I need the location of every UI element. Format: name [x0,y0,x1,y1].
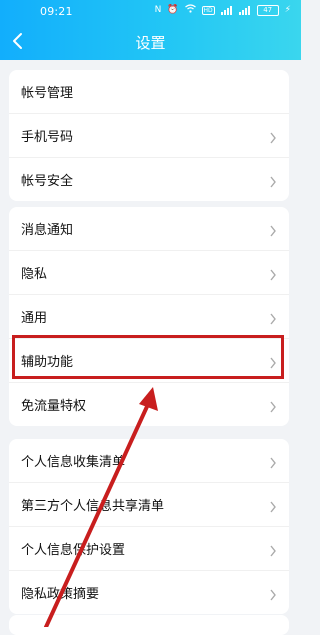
settings-item-third-party-sharing[interactable]: 第三方个人信息共享清单 [9,483,289,527]
settings-item-account-security[interactable]: 帐号安全 [9,158,289,201]
battery-icon: 47 [256,4,279,16]
nfc-icon: N [154,5,162,15]
chevron-right-icon [269,542,277,557]
signal-icon [220,5,233,15]
page-title: 设置 [135,34,166,52]
settings-item-label: 隐私政策摘要 [21,587,100,602]
status-bar: 09:21 N ⏰ HD 47 ⚡ [0,0,301,22]
chevron-right-icon [269,454,277,469]
settings-group-general: 消息通知 隐私 通用 辅助功能 免流量特权 [9,207,289,426]
chevron-right-icon [269,173,277,188]
settings-item-label: 通用 [21,311,48,326]
chevron-right-icon [269,586,277,601]
settings-item-label: 帐号管理 [21,86,74,101]
settings-group-peek [9,615,289,635]
chevron-right-icon [269,310,277,325]
wifi-icon [184,4,196,16]
chevron-right-icon [269,398,277,413]
settings-item-privacy-summary[interactable]: 隐私政策摘要 [9,571,289,614]
nav-bar: 设置 [0,26,301,60]
signal-icon [238,5,251,15]
settings-item-label: 帐号安全 [21,174,74,189]
settings-item-info-protection[interactable]: 个人信息保护设置 [9,527,289,571]
settings-item-label: 第三方个人信息共享清单 [21,499,165,514]
chevron-right-icon [269,498,277,513]
settings-item-privacy[interactable]: 隐私 [9,251,289,295]
chevron-right-icon [269,222,277,237]
settings-item-label: 消息通知 [21,223,74,238]
highlight-box [12,335,284,379]
settings-group-personal-info: 个人信息收集清单 第三方个人信息共享清单 个人信息保护设置 隐私政策摘要 [9,439,289,614]
battery-level: 47 [263,5,273,14]
settings-item-info-collection-list[interactable]: 个人信息收集清单 [9,439,289,483]
status-icons: N ⏰ HD 47 ⚡ [155,4,291,16]
chevron-right-icon [269,129,277,144]
settings-group-account: 帐号管理 手机号码 帐号安全 [9,70,289,201]
settings-item-data-free[interactable]: 免流量特权 [9,383,289,426]
app-header: 09:21 N ⏰ HD 47 ⚡ 设置 [0,0,301,60]
settings-item-notifications[interactable]: 消息通知 [9,207,289,251]
charging-icon: ⚡ [284,5,291,15]
settings-item-label: 免流量特权 [21,399,87,414]
settings-item-general[interactable]: 通用 [9,295,289,339]
settings-item-account-management[interactable]: 帐号管理 [9,70,289,114]
settings-item-label: 个人信息收集清单 [21,455,126,470]
alarm-icon: ⏰ [167,5,179,15]
settings-item-label: 手机号码 [21,130,74,145]
status-time: 09:21 [40,5,73,18]
settings-item-label: 隐私 [21,267,48,282]
hd-icon: HD [201,5,215,15]
settings-item-phone-number[interactable]: 手机号码 [9,114,289,158]
settings-item-label: 个人信息保护设置 [21,543,126,558]
chevron-right-icon [269,266,277,281]
